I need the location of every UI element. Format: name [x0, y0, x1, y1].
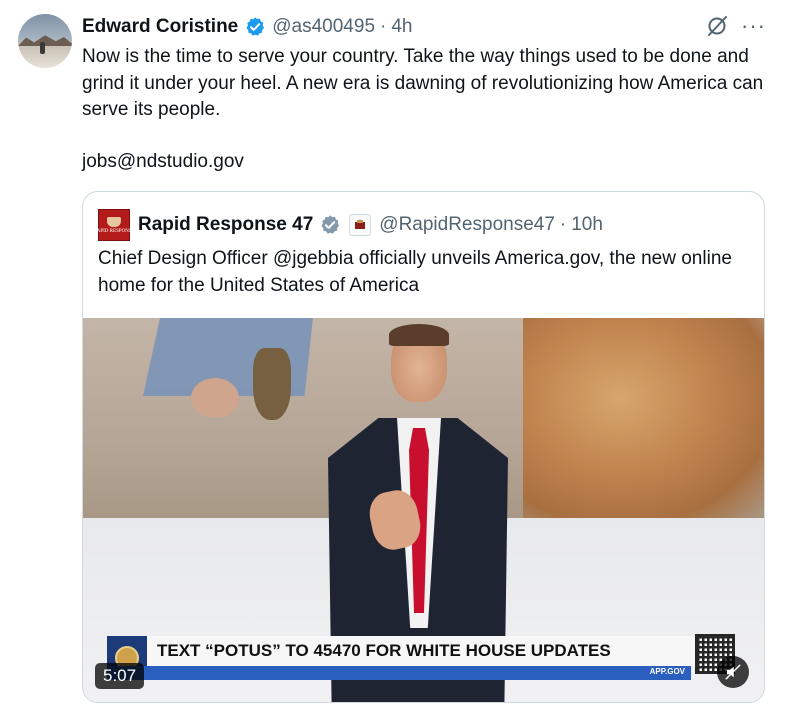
separator-dot: · [559, 214, 567, 235]
quote-avatar[interactable]: RAPID RESPONSE [93, 209, 135, 241]
mute-icon[interactable] [717, 656, 749, 688]
post-text: Now is the time to serve your country. T… [82, 46, 764, 120]
post-email: jobs@ndstudio.gov [82, 151, 244, 172]
separator-dot: · [380, 16, 387, 37]
video-player[interactable]: TEXT “POTUS” TO 45470 FOR WHITE HOUSE UP… [83, 318, 764, 702]
author-handle[interactable]: @as400495 [272, 16, 375, 38]
avatar-landscape [18, 35, 72, 46]
verified-badge-icon[interactable] [244, 16, 266, 38]
author-name[interactable]: Edward Coristine [82, 16, 238, 38]
video-duration: 5:07 [95, 663, 145, 689]
government-badge-icon[interactable] [349, 214, 372, 236]
app-gov-label: APP.GOV [649, 667, 685, 676]
quote-header: RAPID RESPONSE Rapid Response 47 @RapidR… [93, 209, 603, 241]
quote-tweet[interactable]: RAPID RESPONSE Rapid Response 47 @RapidR… [82, 191, 765, 703]
speaker-hair [389, 324, 449, 346]
lower-third-bar: APP.GOV [107, 666, 691, 680]
backdrop-foot [191, 378, 239, 418]
verified-badge-icon[interactable] [319, 214, 341, 236]
backdrop-dog [523, 318, 764, 518]
quote-time[interactable]: 10h [571, 214, 603, 236]
quote-avatar-text: RAPID RESPONSE [93, 228, 135, 234]
avatar-figure [40, 42, 45, 54]
more-icon[interactable]: ··· [741, 15, 766, 37]
avatar[interactable] [18, 14, 72, 68]
quote-author-handle[interactable]: @RapidResponse47 [379, 214, 555, 236]
quote-author-name[interactable]: Rapid Response 47 [138, 214, 313, 236]
post-actions-top: ··· [705, 14, 766, 38]
post-time[interactable]: 4h [391, 16, 412, 38]
quote-text: Chief Design Officer @jgebbia officially… [98, 248, 732, 296]
quote-avatar-seal [107, 216, 121, 227]
post-header: Edward Coristine @as400495 · 4h [82, 15, 412, 39]
grok-icon[interactable] [705, 14, 729, 38]
lower-third-text: TEXT “POTUS” TO 45470 FOR WHITE HOUSE UP… [157, 641, 611, 660]
video-lower-third: TEXT “POTUS” TO 45470 FOR WHITE HOUSE UP… [107, 636, 727, 680]
backdrop-shoe [253, 348, 291, 420]
